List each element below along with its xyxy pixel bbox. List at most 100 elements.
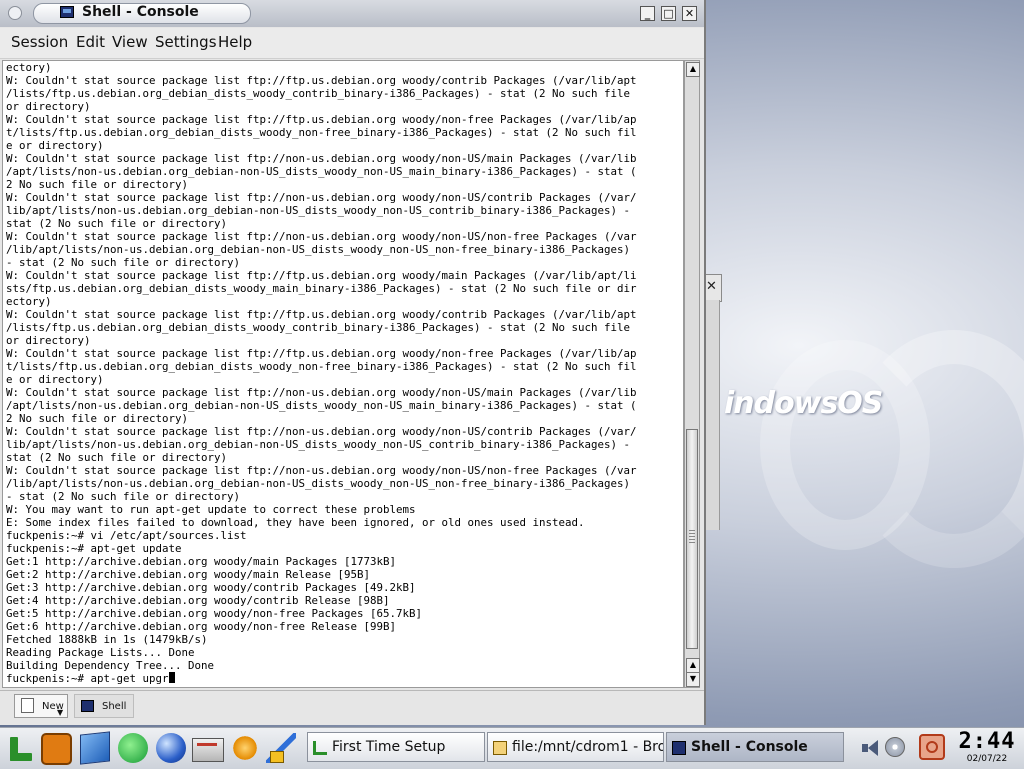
terminal-line: 2 No such file or directory)	[6, 178, 189, 191]
task-label: First Time Setup	[332, 739, 446, 755]
terminal-output[interactable]: ectory) W: Couldn't stat source package l…	[2, 60, 684, 688]
paint-icon[interactable]	[266, 733, 296, 763]
running-man-icon[interactable]	[118, 733, 148, 763]
desktop-logo-text: indowsOS	[724, 386, 883, 421]
maximize-button[interactable]: □	[661, 6, 676, 21]
console-window: Shell - Console _ □ ✕ Session Edit View …	[0, 0, 706, 725]
menu-settings[interactable]: Settings	[155, 33, 217, 51]
kde-menu-icon[interactable]	[4, 733, 36, 765]
task-first-time-setup[interactable]: First Time Setup	[307, 732, 485, 762]
terminal-line: or directory)	[6, 100, 91, 113]
terminal-line: E: Some index files failed to download, …	[6, 516, 585, 529]
terminal-line: lib/apt/lists/non-us.debian.org_debian-n…	[6, 204, 631, 217]
terminal-line: W: Couldn't stat source package list ftp…	[6, 386, 637, 399]
terminal-icon	[60, 6, 74, 18]
terminal-prompt-line[interactable]: fuckpenis:~# apt-get upgr	[6, 672, 683, 685]
clock[interactable]: 2:44 02/07/22	[953, 730, 1021, 766]
terminal-icon	[672, 741, 686, 755]
terminal-line: Get:1 http://archive.debian.org woody/ma…	[6, 555, 397, 568]
terminal-line: /apt/lists/non-us.debian.org_debian-non-…	[6, 399, 637, 412]
terminal-line: lib/apt/lists/non-us.debian.org_debian-n…	[6, 438, 631, 451]
terminal-line: W: Couldn't stat source package list ftp…	[6, 269, 637, 282]
tab-new[interactable]: New ▼	[14, 694, 68, 718]
task-label: Shell - Console	[691, 739, 808, 755]
menu-view[interactable]: View	[112, 33, 148, 51]
terminal-line: W: You may want to run apt-get update to…	[6, 503, 416, 516]
background-window-edge[interactable]: ✕	[705, 274, 722, 302]
terminal-line: 2 No such file or directory)	[6, 412, 189, 425]
terminal-line: stat (2 No such file or directory)	[6, 217, 228, 230]
app-icon[interactable]	[41, 733, 72, 765]
scroll-up-button-lower[interactable]: ▲	[686, 658, 700, 673]
terminal-line: /lists/ftp.us.debian.org_debian_dists_wo…	[6, 87, 631, 100]
globe-icon[interactable]	[156, 733, 186, 763]
terminal-line: /lists/ftp.us.debian.org_debian_dists_wo…	[6, 321, 631, 334]
scroll-up-button[interactable]: ▲	[686, 62, 700, 77]
runner-icon[interactable]	[230, 733, 260, 763]
tab-shell[interactable]: Shell	[74, 694, 134, 718]
terminal-line: W: Couldn't stat source package list ftp…	[6, 230, 637, 243]
minimize-button[interactable]: _	[640, 6, 655, 21]
terminal-line: e or directory)	[6, 139, 104, 152]
window-titlebar[interactable]: Shell - Console _ □ ✕	[0, 0, 704, 27]
text-cursor	[168, 672, 175, 683]
terminal-line: Get:4 http://archive.debian.org woody/co…	[6, 594, 390, 607]
terminal-line: W: Couldn't stat source package list ftp…	[6, 113, 637, 126]
window-title: Shell - Console	[82, 4, 199, 20]
background-window-body[interactable]	[705, 300, 720, 530]
terminal-line: fuckpenis:~# vi /etc/apt/sources.list	[6, 529, 247, 542]
session-tabbar: New ▼ Shell	[0, 690, 704, 725]
terminal-scrollbar[interactable]: ▲ ▲ ▼	[684, 60, 700, 688]
terminal-line: Get:2 http://archive.debian.org woody/ma…	[6, 568, 371, 581]
task-label: file:/mnt/cdrom1 - Brow	[512, 739, 664, 755]
terminal-line: sts/ftp.us.debian.org_debian_dists_woody…	[6, 282, 637, 295]
new-document-icon	[21, 698, 34, 713]
home-cube-icon[interactable]	[80, 731, 110, 765]
terminal-line: fuckpenis:~# apt-get update	[6, 542, 182, 555]
window-menu-icon[interactable]	[8, 6, 22, 20]
close-button[interactable]: ✕	[682, 6, 697, 21]
terminal-line: W: Couldn't stat source package list ftp…	[6, 191, 637, 204]
terminal-line: t/lists/ftp.us.debian.org_debian_dists_w…	[6, 360, 637, 373]
terminal-line: Reading Package Lists... Done	[6, 646, 195, 659]
terminal-line: W: Couldn't stat source package list ftp…	[6, 152, 637, 165]
menu-help[interactable]: Help	[218, 33, 252, 51]
terminal-text: ectory) W: Couldn't stat source package l…	[3, 61, 683, 685]
setup-icon	[313, 741, 327, 755]
close-icon[interactable]: ✕	[706, 279, 717, 294]
folder-icon	[493, 741, 507, 755]
menu-session[interactable]: Session	[11, 33, 68, 51]
terminal-line: /lib/apt/lists/non-us.debian.org_debian-…	[6, 477, 631, 490]
disc-icon[interactable]	[885, 737, 905, 757]
power-icon[interactable]	[919, 734, 945, 760]
terminal-line: Get:6 http://archive.debian.org woody/no…	[6, 620, 397, 633]
terminal-line: - stat (2 No such file or directory)	[6, 256, 241, 269]
terminal-line: stat (2 No such file or directory)	[6, 451, 228, 464]
terminal-line: e or directory)	[6, 373, 104, 386]
terminal-line: ectory)	[6, 61, 52, 74]
clock-date: 02/07/22	[966, 754, 1008, 764]
terminal-line: ectory)	[6, 295, 52, 308]
task-shell-console[interactable]: Shell - Console	[666, 732, 844, 762]
menu-edit[interactable]: Edit	[76, 33, 105, 51]
chevron-down-icon[interactable]: ▼	[57, 708, 63, 717]
clock-time: 2:44	[958, 729, 1016, 754]
tab-shell-label: Shell	[102, 701, 127, 712]
terminal-line: W: Couldn't stat source package list ftp…	[6, 425, 637, 438]
terminal-line: - stat (2 No such file or directory)	[6, 490, 241, 503]
printer-icon[interactable]	[192, 738, 224, 762]
terminal-icon	[81, 700, 94, 712]
terminal-line: Building Dependency Tree... Done	[6, 659, 215, 672]
terminal-line: W: Couldn't stat source package list ftp…	[6, 74, 637, 87]
taskbar: First Time Setup file:/mnt/cdrom1 - Brow…	[0, 727, 1024, 769]
scroll-thumb[interactable]	[686, 429, 698, 649]
terminal-line: t/lists/ftp.us.debian.org_debian_dists_w…	[6, 126, 637, 139]
terminal-line: /lib/apt/lists/non-us.debian.org_debian-…	[6, 243, 631, 256]
terminal-line: W: Couldn't stat source package list ftp…	[6, 464, 637, 477]
scroll-down-button[interactable]: ▼	[686, 672, 700, 687]
task-file-browser[interactable]: file:/mnt/cdrom1 - Brow	[487, 732, 664, 762]
speaker-icon[interactable]	[860, 738, 880, 758]
terminal-line: /apt/lists/non-us.debian.org_debian-non-…	[6, 165, 637, 178]
terminal-line: W: Couldn't stat source package list ftp…	[6, 347, 637, 360]
terminal-line: or directory)	[6, 334, 91, 347]
